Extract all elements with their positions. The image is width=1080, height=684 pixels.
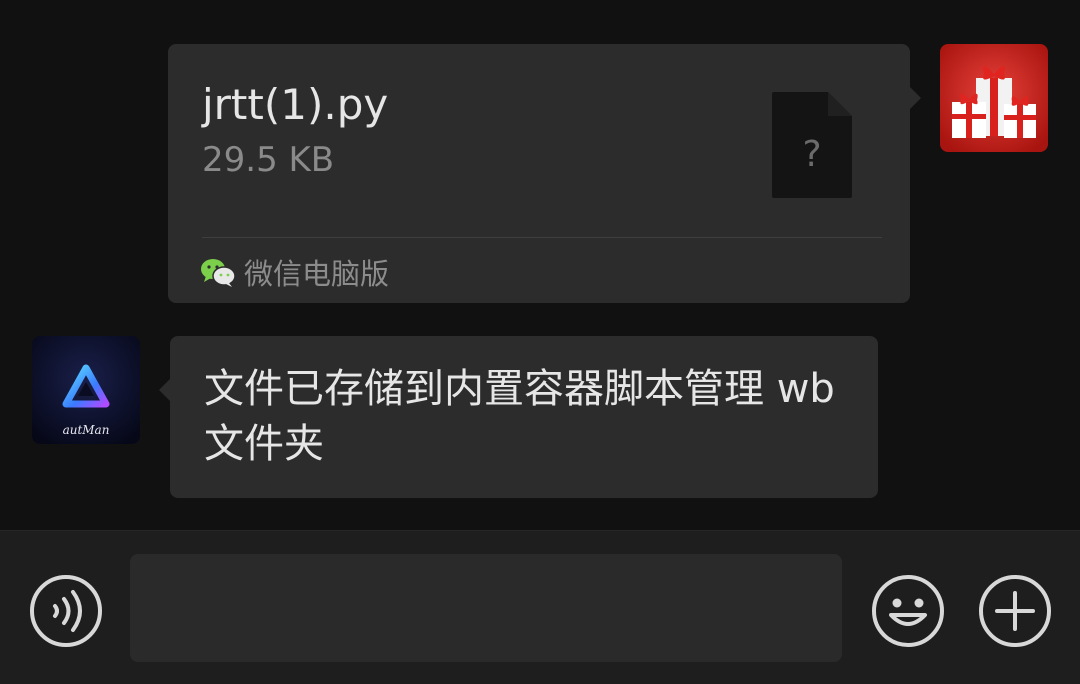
- bubble-tail: [909, 86, 921, 110]
- gift-boxes-avatar[interactable]: [940, 44, 1048, 152]
- file-message-card[interactable]: jrtt(1).py 29.5 KB ? 微信电脑版: [168, 44, 921, 303]
- plus-icon[interactable]: [977, 573, 1053, 649]
- unknown-file-icon: ?: [772, 92, 852, 198]
- bubble-tail: [159, 378, 171, 402]
- message-text: 文件已存储到内置容器脚本管理 wb 文件夹: [204, 366, 835, 467]
- file-name: jrtt(1).py: [202, 80, 389, 129]
- avatar-logo-text: autMan: [63, 423, 110, 437]
- file-source-label: 微信电脑版: [244, 257, 390, 291]
- message-input[interactable]: [130, 554, 842, 662]
- wechat-icon: [200, 257, 236, 287]
- file-size: 29.5 KB: [202, 140, 335, 180]
- divider: [202, 237, 882, 238]
- chat-area: jrtt(1).py 29.5 KB ? 微信电脑版 autMan 文件已存储到…: [0, 0, 1080, 530]
- text-message-bubble[interactable]: 文件已存储到内置容器脚本管理 wb 文件夹: [159, 336, 878, 498]
- input-bar: [0, 530, 1080, 684]
- file-source: 微信电脑版: [200, 252, 389, 292]
- voice-icon[interactable]: [28, 573, 104, 649]
- emoji-icon[interactable]: [870, 573, 946, 649]
- autman-logo-avatar[interactable]: autMan: [32, 336, 140, 444]
- file-icon-glyph: ?: [802, 134, 821, 175]
